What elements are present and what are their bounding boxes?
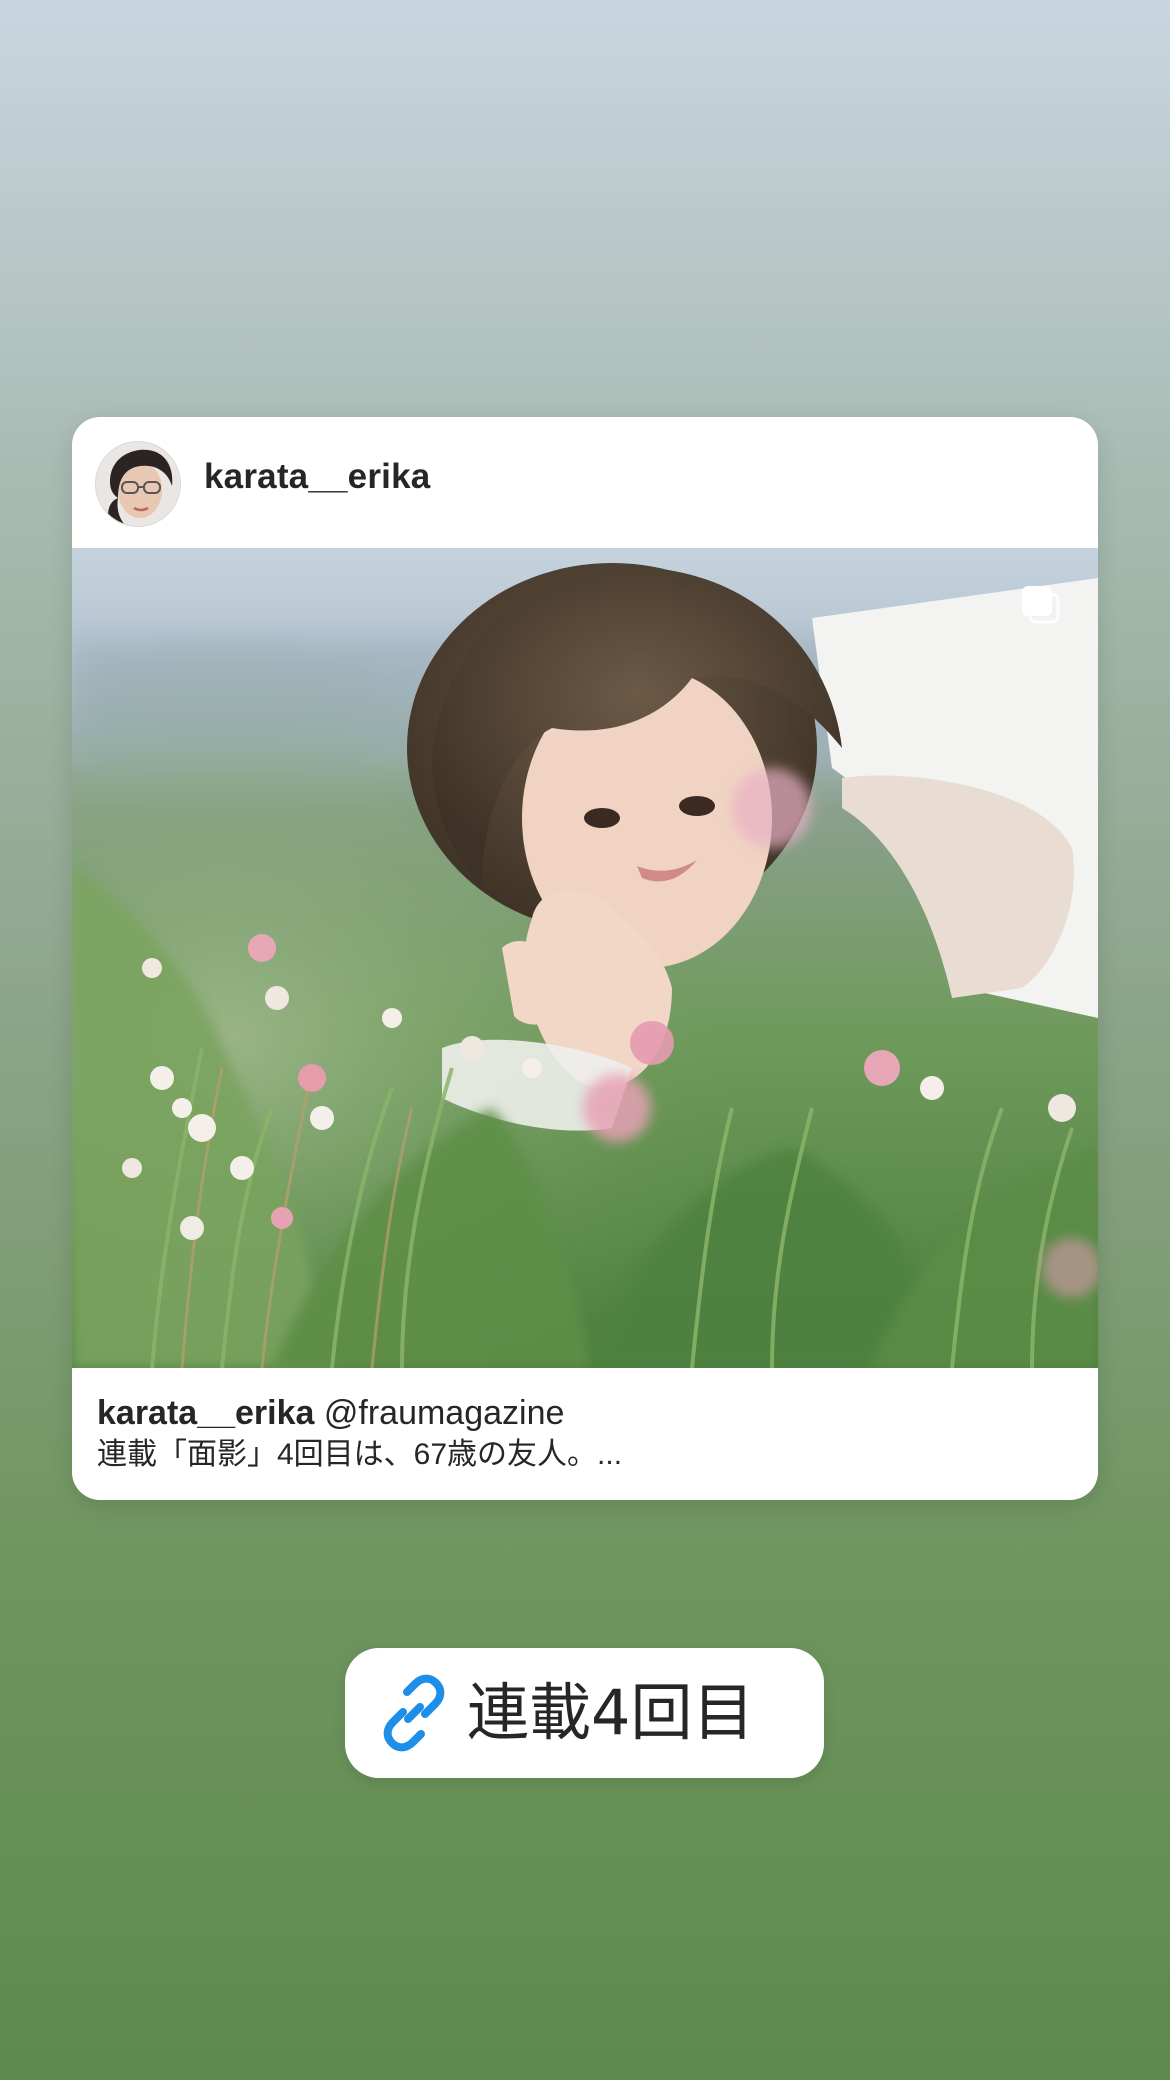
caption-mention[interactable]: @fraumagazine <box>324 1394 565 1432</box>
avatar[interactable] <box>95 441 181 527</box>
post-username[interactable]: karata__erika <box>204 457 430 497</box>
link-icon <box>383 1674 445 1752</box>
caption-username[interactable]: karata__erika <box>97 1394 314 1432</box>
avatar-image <box>96 442 180 526</box>
post-photo[interactable] <box>72 548 1098 1368</box>
post-caption: karata__erika @fraumagazine 連載「面影」4回目は、6… <box>97 1392 1077 1476</box>
post-header: karata__erika <box>72 417 1098 548</box>
link-sticker-label: 連載4回目 <box>467 1676 755 1749</box>
shared-post-card[interactable]: karata__erika karata__erika @fraumagazin… <box>72 417 1098 1500</box>
multiple-photos-icon <box>1022 586 1060 624</box>
link-sticker[interactable]: 連載4回目 <box>345 1648 824 1778</box>
post-photo-image <box>72 548 1098 1368</box>
caption-text: 連載「面影」4回目は、67歳の友人。... <box>97 1438 623 1471</box>
